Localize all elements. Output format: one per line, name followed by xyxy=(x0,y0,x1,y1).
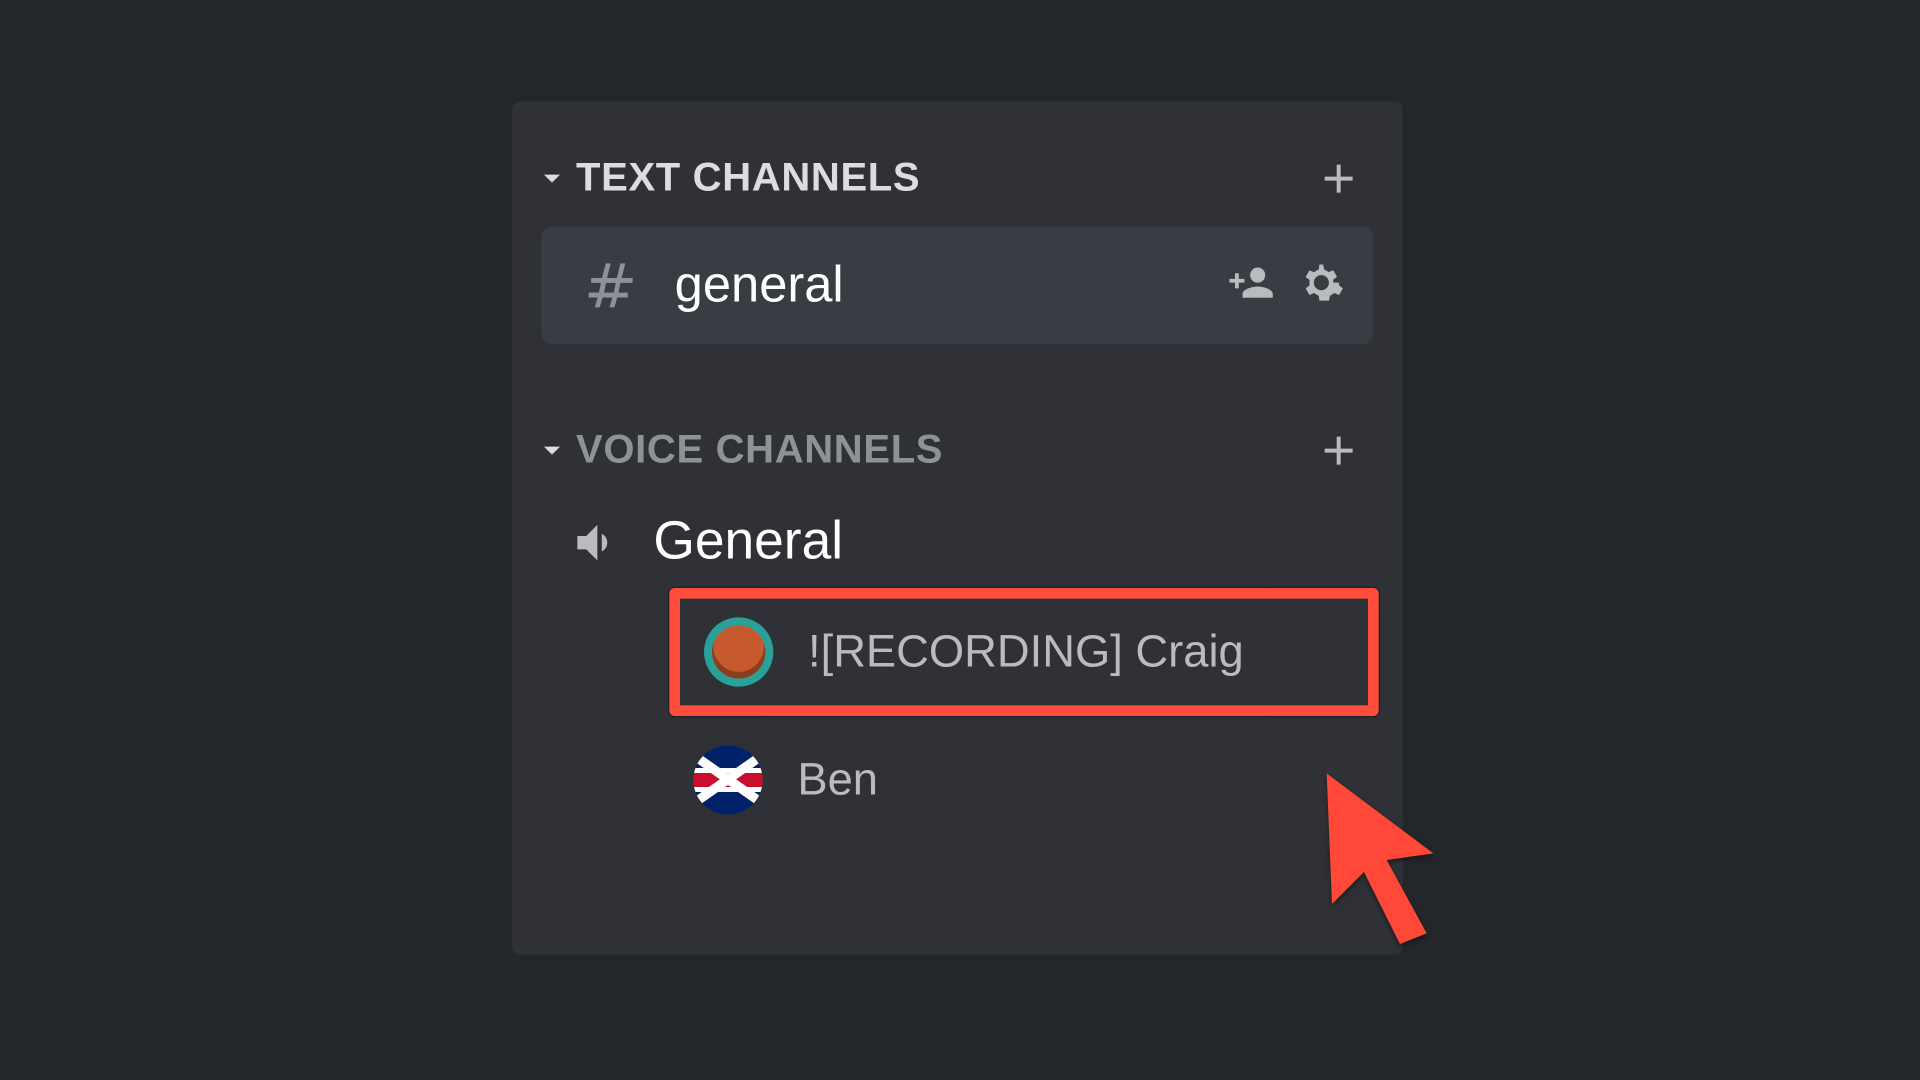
voice-channels-category[interactable]: VOICE CHANNELS xyxy=(536,413,1379,498)
avatar xyxy=(693,745,762,814)
participant-name: Ben xyxy=(797,754,878,806)
text-channel-general[interactable]: general xyxy=(541,227,1373,344)
voice-channel-name: General xyxy=(653,512,843,572)
text-channels-category[interactable]: TEXT CHANNELS xyxy=(536,141,1379,226)
speaker-icon xyxy=(571,515,624,568)
add-voice-channel-button[interactable] xyxy=(1304,421,1373,480)
add-text-channel-button[interactable] xyxy=(1304,149,1373,208)
channel-sidebar: TEXT CHANNELS general xyxy=(512,101,1403,954)
hash-icon xyxy=(581,256,640,315)
avatar xyxy=(704,617,773,686)
text-channel-name: general xyxy=(675,257,844,314)
invite-people-icon[interactable] xyxy=(1229,259,1274,311)
chevron-down-icon xyxy=(536,163,568,195)
voice-participant-ben[interactable]: Ben xyxy=(669,716,1378,844)
chevron-down-icon xyxy=(536,435,568,467)
participant-name: ![RECORDING] Craig xyxy=(808,626,1244,678)
voice-channel-general[interactable]: General xyxy=(536,499,1379,588)
voice-participant-craig[interactable]: ![RECORDING] Craig xyxy=(669,588,1378,716)
gear-icon[interactable] xyxy=(1299,259,1344,311)
text-channels-label: TEXT CHANNELS xyxy=(576,156,920,201)
voice-channels-label: VOICE CHANNELS xyxy=(576,428,943,473)
